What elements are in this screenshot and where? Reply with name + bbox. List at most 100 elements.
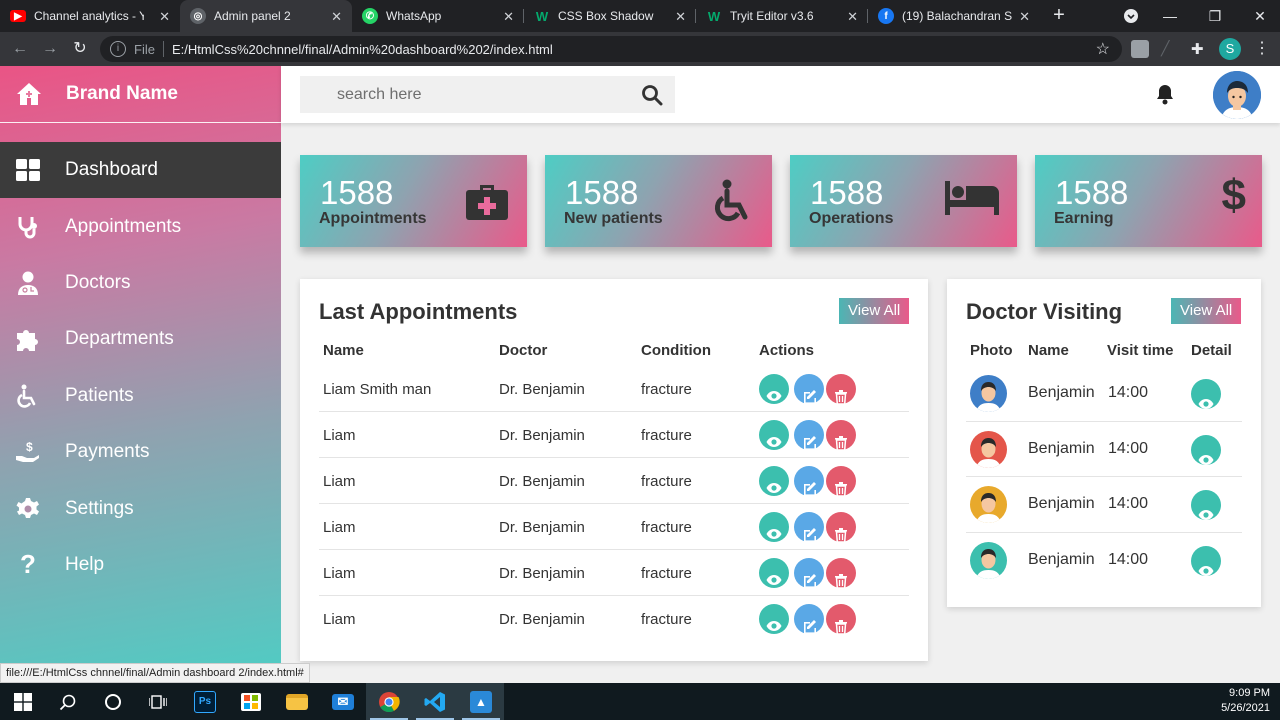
edit-button[interactable]	[794, 558, 824, 588]
browser-tab-whatsapp[interactable]: ✆ WhatsApp ✕	[352, 0, 524, 32]
address-bar[interactable]: i File E:/HtmlCss%20chnnel/final/Admin%2…	[100, 36, 1122, 62]
delete-button[interactable]	[826, 558, 856, 589]
delete-button[interactable]	[826, 604, 856, 635]
system-clock[interactable]: 9:09 PM 5/26/2021	[1221, 686, 1270, 716]
edit-button[interactable]	[794, 604, 824, 634]
forward-button[interactable]: →	[40, 39, 60, 59]
taskbar-search-button[interactable]	[45, 683, 91, 720]
sidebar-item-settings[interactable]: Settings	[0, 480, 281, 536]
detail-view-button[interactable]	[1191, 490, 1221, 520]
taskbar-chrome[interactable]	[366, 683, 412, 720]
edit-icon	[801, 389, 817, 409]
back-button[interactable]: ←	[10, 39, 30, 59]
browser-tab-youtube[interactable]: ▶ Channel analytics - YouTube ✕	[0, 0, 180, 32]
taskbar-store[interactable]	[228, 683, 274, 720]
reload-button[interactable]: ↻	[70, 39, 90, 59]
close-tab-icon[interactable]: ✕	[1019, 9, 1030, 25]
chrome-icon	[379, 691, 400, 712]
question-icon: ?	[20, 549, 36, 580]
topbar	[281, 66, 1280, 123]
browser-tab-tryit-editor[interactable]: W Tryit Editor v3.6 ✕	[696, 0, 868, 32]
view-button[interactable]	[759, 420, 789, 450]
view-button[interactable]	[759, 558, 789, 588]
browser-menu-icon[interactable]: ⋮	[1252, 39, 1272, 59]
browser-tab-css-box-shadow[interactable]: W CSS Box Shadow ✕	[524, 0, 696, 32]
bell-icon[interactable]	[1155, 83, 1175, 110]
facebook-icon: f	[878, 8, 894, 24]
browser-tab-admin[interactable]: ◎ Admin panel 2 ✕	[180, 0, 352, 32]
search-input[interactable]	[337, 85, 627, 104]
close-tab-icon[interactable]: ✕	[847, 9, 858, 25]
cell-visit-time: 14:00	[1108, 384, 1149, 401]
stat-card-operations[interactable]: 1588 Operations	[790, 155, 1017, 247]
cortana-button[interactable]	[90, 683, 136, 720]
detail-view-button[interactable]	[1191, 379, 1221, 409]
new-tab-button[interactable]: +	[1048, 4, 1070, 26]
cell-doctor-name: Benjamin	[1028, 439, 1095, 457]
brand-name: Brand Name	[66, 83, 178, 104]
edit-button[interactable]	[794, 466, 824, 496]
bookmark-star-icon[interactable]: ☆	[1096, 39, 1110, 59]
taskbar-file-explorer[interactable]	[274, 683, 320, 720]
taskbar-photos[interactable]: ▲	[458, 683, 504, 720]
table-row: Benjamin 14:00	[966, 477, 1242, 533]
view-button[interactable]	[759, 466, 789, 496]
extension-pen-icon[interactable]: ╱	[1161, 40, 1179, 58]
stat-card-earning[interactable]: 1588 Earning $	[1035, 155, 1262, 247]
sidebar-item-departments[interactable]: Departments	[0, 311, 281, 367]
tab-search-button[interactable]	[1111, 0, 1151, 32]
close-tab-icon[interactable]: ✕	[331, 9, 342, 25]
delete-button[interactable]	[826, 512, 856, 543]
minimize-button[interactable]: —	[1150, 0, 1190, 32]
doctor-visiting-view-all-button[interactable]: View All	[1171, 298, 1242, 324]
view-button[interactable]	[759, 374, 789, 404]
sidebar-item-dashboard[interactable]: Dashboard	[0, 142, 281, 199]
delete-button[interactable]	[826, 374, 856, 405]
delete-button[interactable]	[826, 466, 856, 497]
cell-doctor-name: Benjamin	[1028, 495, 1095, 512]
doctor-visiting-panel: Doctor Visiting View All Photo Name Visi…	[947, 279, 1261, 607]
close-tab-icon[interactable]: ✕	[675, 9, 686, 25]
close-tab-icon[interactable]: ✕	[503, 9, 514, 25]
edit-button[interactable]	[794, 374, 824, 404]
detail-view-button[interactable]	[1191, 545, 1221, 576]
sidebar-item-payments[interactable]: $ Payments	[0, 424, 281, 480]
detail-view-button[interactable]	[1191, 434, 1221, 465]
view-button[interactable]	[759, 604, 789, 634]
taskbar-mail[interactable]: ✉	[320, 683, 366, 720]
sidebar-item-appointments[interactable]: Appointments	[0, 198, 281, 254]
close-tab-icon[interactable]: ✕	[159, 9, 170, 25]
sidebar-item-doctors[interactable]: Doctors	[0, 255, 281, 311]
stat-card-new-patients[interactable]: 1588 New patients	[545, 155, 772, 247]
sidebar-item-patients[interactable]: Patients	[0, 368, 281, 424]
task-view-button[interactable]	[135, 683, 181, 720]
puzzle-extensions-icon[interactable]: ✚	[1191, 40, 1209, 58]
cell-visit-time: 14:00	[1108, 439, 1149, 457]
profile-avatar[interactable]: S	[1219, 38, 1241, 60]
edit-button[interactable]	[794, 420, 824, 450]
extension-icon[interactable]	[1131, 40, 1149, 58]
cell-condition: fracture	[641, 427, 692, 444]
puzzle-icon	[15, 327, 41, 352]
user-avatar[interactable]	[1213, 71, 1261, 119]
taskbar-photoshop[interactable]: Ps	[182, 683, 228, 720]
view-button[interactable]	[759, 512, 789, 542]
trash-icon	[834, 389, 848, 409]
trash-icon	[834, 435, 848, 455]
sidebar-item-help[interactable]: ? Help	[0, 537, 281, 593]
brand[interactable]: Brand Name	[0, 66, 281, 123]
cell-doctor: Dr. Benjamin	[499, 381, 585, 398]
browser-tab-facebook[interactable]: f (19) Balachandran Sinthujan ✕	[868, 0, 1040, 32]
maximize-button[interactable]: ❐	[1195, 0, 1235, 32]
folder-icon	[286, 693, 308, 710]
info-icon[interactable]: i	[110, 41, 126, 57]
cell-patient-name: Liam	[323, 565, 356, 582]
taskbar-vscode[interactable]	[412, 683, 458, 720]
search-icon[interactable]	[641, 84, 663, 111]
appointments-view-all-button[interactable]: View All	[839, 298, 910, 324]
delete-button[interactable]	[826, 420, 856, 451]
close-window-button[interactable]: ✕	[1240, 0, 1280, 32]
stat-card-appointments[interactable]: 1588 Appointments	[300, 155, 527, 247]
edit-button[interactable]	[794, 512, 824, 542]
start-button[interactable]	[0, 683, 46, 720]
